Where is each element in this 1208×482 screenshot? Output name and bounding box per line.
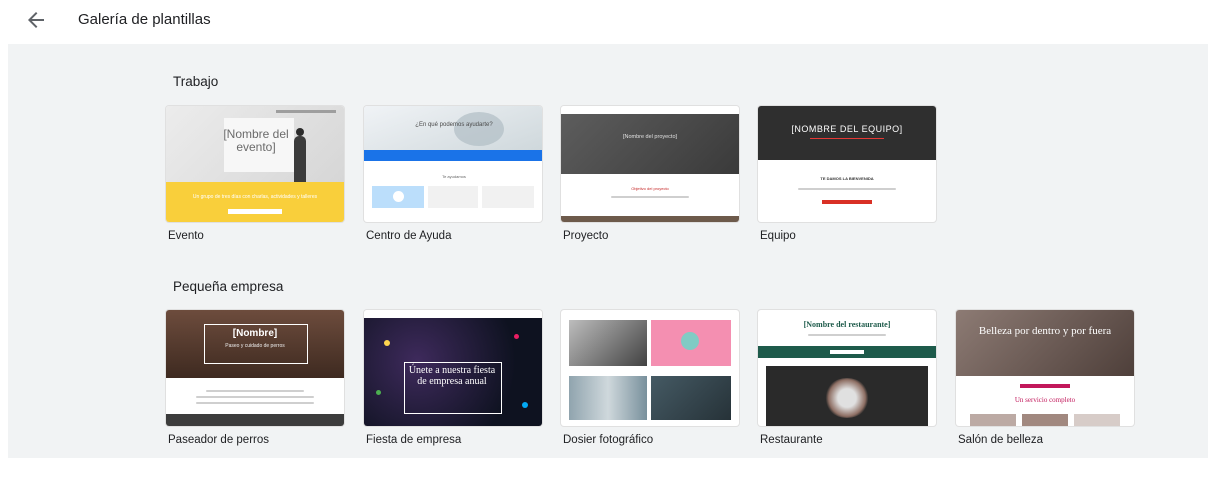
- template-preview-dosier-fotografico: [561, 310, 739, 426]
- template-card-restaurante[interactable]: [Nombre del restaurante] Restaurante: [758, 310, 936, 446]
- template-card-proyecto[interactable]: [Nombre del proyecto] Objetivo del proye…: [561, 106, 739, 242]
- template-preview-equipo: [NOMBRE DEL EQUIPO] TE DAMOS LA BIENVENI…: [758, 106, 936, 222]
- page-title: Galería de plantillas: [78, 11, 211, 28]
- section-title-pequena-empresa: Pequeña empresa: [173, 279, 284, 294]
- template-label: Fiesta de empresa: [366, 434, 462, 446]
- template-card-fiesta-de-empresa[interactable]: Únete a nuestra fiesta de empresa anual …: [364, 310, 542, 446]
- template-label: Dosier fotográfico: [563, 434, 654, 446]
- template-gallery: Trabajo [Nombre del evento] Un grupo de …: [8, 44, 1208, 458]
- preview-text: Paseo y cuidado de perros: [225, 343, 285, 349]
- preview-title: [NOMBRE DEL EQUIPO]: [791, 124, 903, 134]
- top-bar: Galería de plantillas: [0, 0, 1208, 44]
- template-preview-salon-de-belleza: Belleza por dentro y por fuera Un servic…: [956, 310, 1134, 426]
- preview-title: Únete a nuestra fiesta de empresa anual: [408, 365, 496, 387]
- preview-text: Te ayudamos: [442, 174, 466, 179]
- template-preview-proyecto: [Nombre del proyecto] Objetivo del proye…: [561, 106, 739, 222]
- template-card-centro-de-ayuda[interactable]: ¿En qué podemos ayudarte? Te ayudamos Ce…: [364, 106, 542, 242]
- arrow-left-icon[interactable]: [24, 8, 48, 32]
- template-card-salon-de-belleza[interactable]: Belleza por dentro y por fuera Un servic…: [956, 310, 1134, 446]
- preview-title: ¿En qué podemos ayudarte?: [415, 122, 493, 128]
- section-title-trabajo: Trabajo: [173, 74, 219, 89]
- preview-title: [Nombre del proyecto]: [622, 134, 678, 140]
- template-label: Restaurante: [760, 434, 823, 446]
- preview-text: Un servicio completo: [1014, 396, 1076, 404]
- preview-title: Belleza por dentro y por fuera: [978, 325, 1112, 337]
- template-label: Evento: [168, 230, 204, 242]
- template-preview-centro-de-ayuda: ¿En qué podemos ayudarte? Te ayudamos: [364, 106, 542, 222]
- template-preview-paseador-de-perros: [Nombre] Paseo y cuidado de perros: [166, 310, 344, 426]
- template-preview-evento: [Nombre del evento] Un grupo de tres día…: [166, 106, 344, 222]
- template-label: Salón de belleza: [958, 434, 1044, 446]
- preview-text: Objetivo del proyecto: [631, 186, 669, 191]
- preview-title: [Nombre del restaurante]: [803, 320, 891, 329]
- preview-title: [Nombre]: [232, 328, 278, 339]
- template-card-equipo[interactable]: [NOMBRE DEL EQUIPO] TE DAMOS LA BIENVENI…: [758, 106, 936, 242]
- preview-title: [Nombre del evento]: [223, 127, 289, 154]
- preview-text: Un grupo de tres días con charlas, activ…: [192, 194, 318, 200]
- template-card-dosier-fotografico[interactable]: Dosier fotográfico: [561, 310, 739, 446]
- template-card-paseador-de-perros[interactable]: [Nombre] Paseo y cuidado de perros Pasea…: [166, 310, 344, 446]
- template-card-evento[interactable]: [Nombre del evento] Un grupo de tres día…: [166, 106, 344, 242]
- template-label: Paseador de perros: [168, 434, 270, 446]
- template-preview-restaurante: [Nombre del restaurante]: [758, 310, 936, 426]
- preview-text: TE DAMOS LA BIENVENIDA: [820, 176, 874, 181]
- template-label: Equipo: [760, 230, 796, 242]
- template-label: Proyecto: [563, 230, 609, 242]
- template-label: Centro de Ayuda: [366, 230, 452, 242]
- template-preview-fiesta-de-empresa: Únete a nuestra fiesta de empresa anual: [364, 310, 542, 426]
